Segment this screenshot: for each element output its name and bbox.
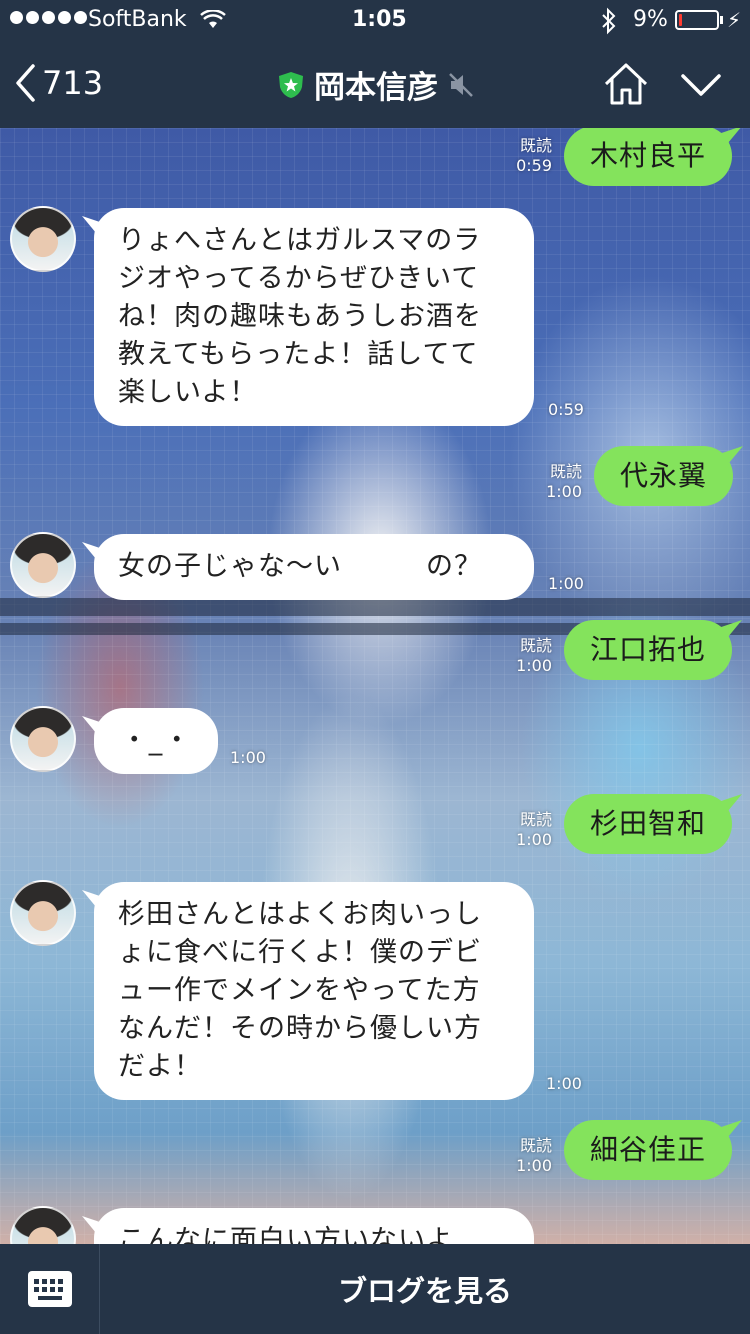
battery-icon	[675, 10, 719, 30]
message-meta: 既読 1:00	[510, 810, 552, 850]
back-chevron-icon	[16, 64, 35, 102]
message-line: ュー作でメインをやってた方	[118, 975, 481, 1006]
avatar[interactable]	[10, 206, 76, 272]
message-time: 1:00	[516, 656, 552, 675]
message-line: 杉田さんとはよくお肉いっし	[118, 899, 482, 930]
read-status: 既読	[519, 636, 552, 655]
message-line: ね！肉の趣味もあうしお酒を	[118, 301, 482, 332]
message-line: 教えてもらったよ！話してて	[118, 339, 479, 370]
bluetooth-icon	[602, 7, 616, 35]
message-line: こんなに面白い方いないよ	[118, 1225, 454, 1244]
view-blog-button[interactable]: ブログを見る	[100, 1244, 750, 1334]
read-status: 既読	[519, 1136, 552, 1155]
message-time: 0:59	[516, 156, 552, 175]
keyboard-icon	[27, 1271, 72, 1307]
message-time: 1:00	[516, 830, 552, 849]
message-line: だよ！	[118, 1051, 202, 1082]
back-button[interactable]: 713	[14, 58, 103, 108]
official-star-shield-icon	[279, 71, 303, 98]
home-icon[interactable]	[603, 62, 649, 106]
contact-name: 岡本信彦	[314, 70, 438, 106]
avatar[interactable]	[10, 706, 76, 772]
battery-percent: 9%	[633, 7, 668, 32]
message-line: ・_・	[120, 725, 192, 756]
keyboard-button[interactable]	[0, 1244, 100, 1334]
nav-bar: 713 岡本信彦	[0, 42, 750, 128]
chevron-down-icon[interactable]	[680, 72, 722, 98]
received-message-bubble[interactable]: りょへさんとはガルスマのラ ジオやってるからぜひきいて ね！肉の趣味もあうしお酒…	[94, 208, 534, 426]
mute-speaker-icon	[449, 72, 473, 97]
chat-title: 岡本信彦	[278, 62, 474, 107]
message-line: 楽しいよ！	[118, 377, 258, 408]
bottom-bar: ブログを見る	[0, 1244, 750, 1334]
unread-count: 713	[42, 64, 104, 102]
received-message-bubble[interactable]: 女の子じゃな〜い の？	[94, 534, 534, 600]
message-time: 1:00	[516, 1156, 552, 1175]
message-time: 1:00	[546, 1074, 582, 1093]
top-bar: SoftBank 1:05 9% ⚡ 713 岡本信彦	[0, 0, 750, 128]
avatar[interactable]	[10, 880, 76, 946]
message-meta: 既読 0:59	[506, 136, 552, 176]
message-time: 1:00	[546, 482, 582, 501]
message-meta: 既読 1:00	[510, 1136, 552, 1176]
chat-area[interactable]: 既読 0:59 木村良平 りょへさんとはガルスマのラ ジオやってるからぜひきいて…	[0, 128, 750, 1244]
message-line: 女の子じゃな〜い の？	[118, 551, 482, 582]
message-time: 1:00	[548, 574, 584, 593]
message-line: りょへさんとはガルスマのラ	[118, 225, 482, 256]
message-line: なんだ！その時から優しい方	[118, 1013, 482, 1044]
sent-message-bubble[interactable]: 代永翼	[594, 446, 734, 506]
message-line: ジオやってるからぜひきいて	[118, 263, 480, 294]
status-bar: SoftBank 1:05 9% ⚡	[0, 0, 750, 42]
read-status: 既読	[519, 136, 552, 155]
sent-message-bubble[interactable]: 江口拓也	[564, 620, 733, 680]
message-meta: 既読 1:00	[510, 636, 552, 676]
wifi-icon	[200, 10, 226, 28]
avatar[interactable]	[10, 532, 76, 598]
sent-message-bubble[interactable]: 杉田智和	[564, 794, 733, 854]
sent-message-bubble[interactable]: 木村良平	[564, 128, 733, 186]
received-message-bubble[interactable]: 杉田さんとはよくお肉いっし ょに食べに行くよ！僕のデビ ュー作でメインをやってた…	[94, 882, 534, 1100]
signal-dots-icon	[10, 11, 87, 24]
battery-tip	[720, 16, 723, 24]
background-stripe	[0, 598, 750, 616]
sent-message-bubble[interactable]: 細谷佳正	[564, 1120, 733, 1180]
message-line: ょに食べに行くよ！僕のデビ	[118, 937, 482, 968]
read-status: 既読	[519, 810, 552, 829]
clock: 1:05	[352, 7, 407, 32]
received-message-bubble[interactable]: ・_・	[94, 708, 218, 774]
carrier-name: SoftBank	[88, 7, 187, 32]
message-time: 0:59	[548, 400, 584, 419]
message-time: 1:00	[230, 748, 266, 767]
charging-bolt-icon: ⚡	[727, 8, 742, 32]
received-message-bubble[interactable]: こんなに面白い方いないよ	[94, 1208, 534, 1244]
message-meta: 既読 1:00	[540, 462, 582, 502]
read-status: 既読	[549, 462, 582, 481]
